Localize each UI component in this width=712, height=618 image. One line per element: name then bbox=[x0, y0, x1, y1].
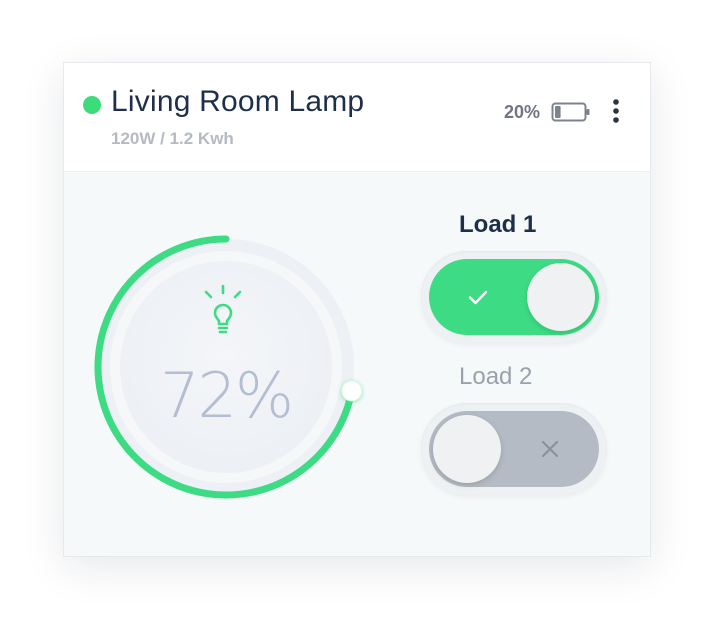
check-icon bbox=[468, 290, 488, 305]
close-icon bbox=[541, 440, 559, 458]
status-indicator bbox=[83, 96, 101, 114]
dimmer-handle[interactable] bbox=[341, 380, 363, 402]
lightbulb-icon bbox=[204, 284, 242, 334]
load-1-toggle[interactable] bbox=[421, 251, 607, 343]
device-power-info: 120W / 1.2 Kwh bbox=[111, 129, 234, 148]
load-2-toggle-knob bbox=[433, 415, 501, 483]
load-2-toggle[interactable] bbox=[421, 403, 607, 495]
load-2-toggle-track bbox=[429, 411, 599, 487]
battery-percent: 20% bbox=[504, 102, 541, 122]
device-card: Living Room Lamp 120W / 1.2 Kwh 20% 72% … bbox=[63, 62, 651, 557]
dimmer-value: 72% bbox=[160, 359, 294, 432]
load-1-label: Load 1 bbox=[459, 211, 537, 238]
load-1-toggle-knob bbox=[527, 263, 595, 331]
load-1-toggle-track bbox=[429, 259, 599, 335]
load-2-label: Load 2 bbox=[459, 363, 533, 390]
more-vertical-icon[interactable] bbox=[604, 96, 628, 126]
card-header: Living Room Lamp 120W / 1.2 Kwh 20% bbox=[64, 63, 650, 172]
battery-low-icon bbox=[551, 102, 590, 122]
device-title: Living Room Lamp bbox=[111, 85, 365, 118]
